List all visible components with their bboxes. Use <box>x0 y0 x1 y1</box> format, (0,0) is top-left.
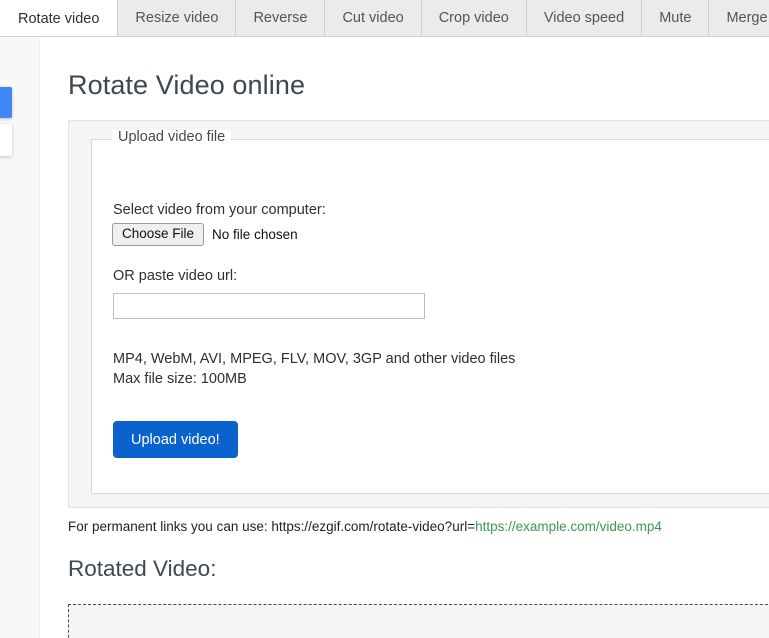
supported-formats-text: MP4, WebM, AVI, MPEG, FLV, MOV, 3GP and … <box>113 351 516 367</box>
tab-label: Cut video <box>342 10 404 27</box>
tab-label: Resize video <box>135 10 219 27</box>
tab-label: Mute <box>659 10 692 27</box>
permalink-prefix: For permanent links you can use: https:/… <box>68 519 476 534</box>
result-placeholder-box <box>68 604 769 638</box>
tab-mute[interactable]: Mute <box>642 0 710 36</box>
main-content: Rotate Video online Upload video file Se… <box>41 38 769 638</box>
paste-url-label: OR paste video url: <box>113 268 238 284</box>
upload-fieldset: Upload video file Select video from your… <box>91 130 769 494</box>
tab-bar: Rotate video Resize video Reverse Cut vi… <box>0 0 769 37</box>
rail-widget-secondary[interactable] <box>0 124 12 156</box>
tab-resize-video[interactable]: Resize video <box>118 0 237 36</box>
tab-label: Reverse <box>253 10 308 27</box>
max-file-size-text: Max file size: 100MB <box>113 371 247 387</box>
tab-video-speed[interactable]: Video speed <box>526 0 643 36</box>
tab-label: Merge video <box>726 10 769 27</box>
video-url-input[interactable] <box>113 293 425 319</box>
tab-label: Crop video <box>438 10 509 27</box>
result-title: Rotated Video: <box>68 556 217 581</box>
tab-rotate-video[interactable]: Rotate video <box>0 0 119 36</box>
tab-label: Video speed <box>543 10 625 27</box>
no-file-chosen-text: No file chosen <box>212 227 298 243</box>
tab-reverse[interactable]: Reverse <box>236 0 326 36</box>
permanent-link-note: For permanent links you can use: https:/… <box>68 519 662 534</box>
tab-crop-video[interactable]: Crop video <box>421 0 527 36</box>
select-video-label: Select video from your computer: <box>113 202 326 218</box>
choose-file-button[interactable]: Choose File <box>112 223 205 247</box>
tab-cut-video[interactable]: Cut video <box>325 0 422 36</box>
page-title: Rotate Video online <box>68 70 306 100</box>
tab-label: Rotate video <box>18 10 100 27</box>
upload-panel: Upload video file Select video from your… <box>68 120 769 508</box>
fieldset-legend: Upload video file <box>112 130 232 145</box>
upload-video-button[interactable]: Upload video! <box>113 421 238 458</box>
left-rail <box>0 38 40 638</box>
permalink-example-url: https://example.com/video.mp4 <box>475 519 662 534</box>
file-input-row[interactable]: Choose File No file chosen <box>112 223 298 247</box>
rail-widget-primary[interactable] <box>0 87 12 118</box>
tab-merge-video[interactable]: Merge video <box>709 0 769 36</box>
